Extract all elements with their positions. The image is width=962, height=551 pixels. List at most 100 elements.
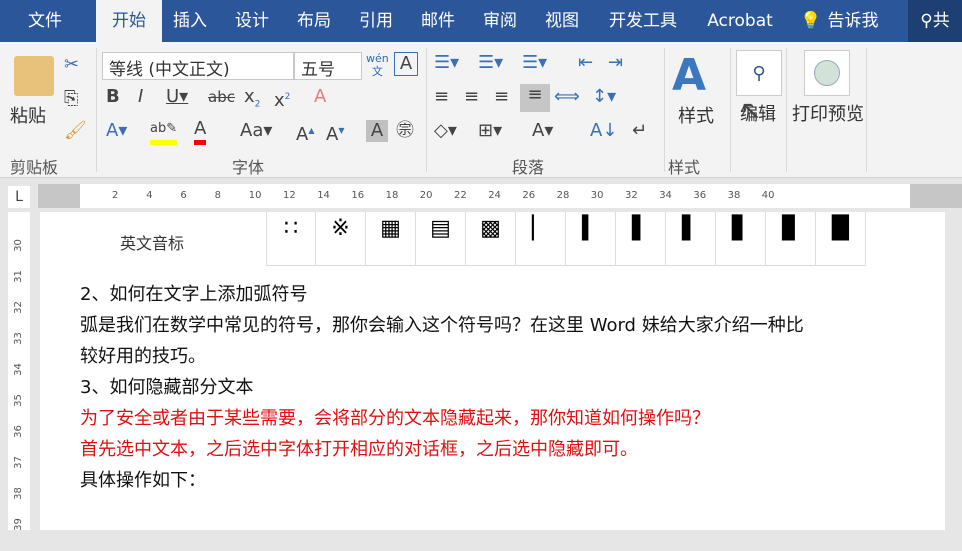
text-effects-icon[interactable]: A▾ <box>106 120 127 142</box>
ruler-mark: 16 <box>351 190 365 201</box>
ruler-mark: 32 <box>625 190 638 201</box>
phonetic-symbol-cell: ▌ <box>616 212 666 266</box>
share-button[interactable]: ⚲共 <box>908 0 962 42</box>
ruler-mark: 38 <box>727 190 741 201</box>
shading-icon[interactable]: ◇▾ <box>434 120 457 142</box>
search-icon[interactable]: ⚲ <box>736 50 782 96</box>
vertical-ruler-mark: 35 <box>12 394 24 407</box>
vertical-ruler-mark: 39 <box>12 518 24 531</box>
asian-layout-icon[interactable]: A▾ <box>532 120 553 142</box>
underline-icon[interactable]: U▾ <box>166 86 188 108</box>
vertical-ruler[interactable]: 30 31 32 33 34 35 36 37 38 39 <box>0 212 38 531</box>
increase-indent-icon[interactable]: ⇥ <box>608 52 623 74</box>
horizontal-ruler[interactable]: L 2 4 6 8 10 12 14 16 18 20 22 24 26 28 30 32 34 36 38 40 <box>0 180 962 212</box>
center-icon[interactable]: ≡ <box>464 86 479 108</box>
phonetic-symbol-cell: ▤ <box>416 212 466 266</box>
ruler-mark: 40 <box>761 190 775 201</box>
phonetic-symbol-cell: ▌ <box>666 212 716 266</box>
tab-home[interactable]: 开始 <box>96 0 162 42</box>
bold-icon[interactable]: B <box>106 86 120 108</box>
ruler-mark: 30 <box>590 190 604 201</box>
group-styles: 样式 <box>668 158 701 177</box>
vertical-ruler-mark: 30 <box>12 239 24 252</box>
copy-icon[interactable]: ⎘ <box>64 88 78 110</box>
multilevel-list-icon[interactable]: ☰▾ <box>522 52 547 74</box>
phonetic-symbol-cell: ▏ <box>516 212 566 266</box>
tab-layout[interactable]: 布局 <box>286 0 342 42</box>
vertical-ruler-mark: 34 <box>12 363 24 376</box>
tab-insert[interactable]: 插入 <box>162 0 218 42</box>
tab-view[interactable]: 视图 <box>534 0 590 42</box>
align-left-icon[interactable]: ≡ <box>434 86 449 108</box>
document-page[interactable]: 英文音标 ∷ ※ ▦ ▤ ▩ ▏ ▍ ▌ ▌ ▋ ▊ █ 2、如何在文字上添加弧符号 弧是我们在数学中常… <box>40 212 945 530</box>
align-right-icon[interactable]: ≡ <box>494 86 509 108</box>
phonetic-symbol-cell: ▦ <box>366 212 416 266</box>
phonetic-symbol-cell: ※ <box>316 212 366 266</box>
group-font: 字体 <box>232 158 265 177</box>
line-spacing-icon[interactable]: ↕▾ <box>592 86 616 108</box>
vertical-ruler-mark: 38 <box>12 487 24 500</box>
ribbon-tabs: 文件 开始 插入 设计 布局 引用 邮件 审阅 视图 开发工具 Acrobat … <box>0 0 962 42</box>
vertical-ruler-mark: 37 <box>12 456 24 469</box>
print-preview-icon[interactable] <box>804 50 850 96</box>
decrease-indent-icon[interactable]: ⇤ <box>578 52 593 74</box>
ruler-mark: 10 <box>248 190 262 201</box>
tab-developer[interactable]: 开发工具 <box>598 0 688 42</box>
superscript-icon[interactable]: x2 <box>274 86 290 112</box>
distributed-icon[interactable]: ⟺ <box>554 86 580 108</box>
paragraph-line: 3、如何隐藏部分文本 <box>80 377 254 398</box>
show-marks-icon[interactable]: ↵ <box>632 120 647 142</box>
ruler-mark: 36 <box>693 190 707 201</box>
font-color-icon[interactable]: A <box>194 118 207 145</box>
italic-icon[interactable]: I <box>138 86 143 108</box>
tab-mailings[interactable]: 邮件 <box>410 0 466 42</box>
clear-formatting-icon[interactable]: A <box>314 86 326 108</box>
group-clipboard: 剪贴板 <box>10 158 59 177</box>
sort-icon[interactable]: A↓ <box>590 120 617 142</box>
bullets-icon[interactable]: ☰▾ <box>434 52 459 74</box>
paragraph-line: 2、如何在文字上添加弧符号 <box>80 284 308 305</box>
enclose-characters-icon[interactable]: ㊪ <box>396 120 414 142</box>
vertical-ruler-mark: 31 <box>12 270 24 283</box>
phonetic-guide-icon[interactable]: wén 文 <box>366 52 389 78</box>
tab-acrobat[interactable]: Acrobat <box>698 0 782 42</box>
numbering-icon[interactable]: ☰▾ <box>478 52 503 74</box>
print-preview-button[interactable]: 打印预览 <box>792 100 864 126</box>
highlight-icon[interactable]: ab✎ <box>150 118 178 145</box>
tab-review[interactable]: 审阅 <box>472 0 528 42</box>
paste-button[interactable]: 粘贴 <box>10 102 46 128</box>
tell-me[interactable]: 告诉我 <box>822 0 884 42</box>
ruler-mark: 4 <box>146 190 153 201</box>
ruler-mark: 22 <box>454 190 467 201</box>
grow-font-icon[interactable]: A▲ <box>296 120 314 146</box>
ruler-mark: 34 <box>659 190 672 201</box>
ribbon: 粘贴 ✂ ⎘ 🖌 剪贴板 等线 (中文正文) 五号 wén 文 A B I U▾… <box>0 42 962 178</box>
lightbulb-icon: 💡 <box>800 11 822 31</box>
cut-icon[interactable]: ✂ <box>64 54 79 76</box>
font-name-select[interactable]: 等线 (中文正文) <box>102 52 294 80</box>
mouse-cursor-icon: ↖ <box>740 96 762 126</box>
ruler-mark: 20 <box>419 190 433 201</box>
borders-icon[interactable]: ⊞▾ <box>478 120 502 142</box>
tab-references[interactable]: 引用 <box>348 0 404 42</box>
ruler-mark: 28 <box>556 190 570 201</box>
styles-icon[interactable]: A <box>672 50 706 102</box>
font-size-select[interactable]: 五号 <box>294 52 362 80</box>
ruler-mark: 2 <box>112 190 119 201</box>
format-painter-icon[interactable]: 🖌 <box>64 120 87 142</box>
shrink-font-icon[interactable]: A▼ <box>326 120 344 146</box>
change-case-icon[interactable]: Aa▾ <box>240 120 272 142</box>
tab-selector-icon[interactable]: L <box>8 186 30 208</box>
ruler-mark: 14 <box>317 190 330 201</box>
tab-file[interactable]: 文件 <box>14 0 76 42</box>
styles-button[interactable]: 样式 <box>678 102 714 128</box>
tab-design[interactable]: 设计 <box>224 0 280 42</box>
justify-icon[interactable]: ≡ <box>520 84 550 112</box>
character-border-icon[interactable]: A <box>394 52 418 76</box>
paragraph-line: 具体操作如下： <box>80 470 206 491</box>
subscript-icon[interactable]: x2 <box>244 86 260 116</box>
strikethrough-icon[interactable]: abc <box>208 86 235 108</box>
paste-icon[interactable] <box>14 56 54 96</box>
table-row-label: 英文音标 <box>120 234 185 253</box>
character-shading-icon[interactable]: A <box>366 120 388 142</box>
